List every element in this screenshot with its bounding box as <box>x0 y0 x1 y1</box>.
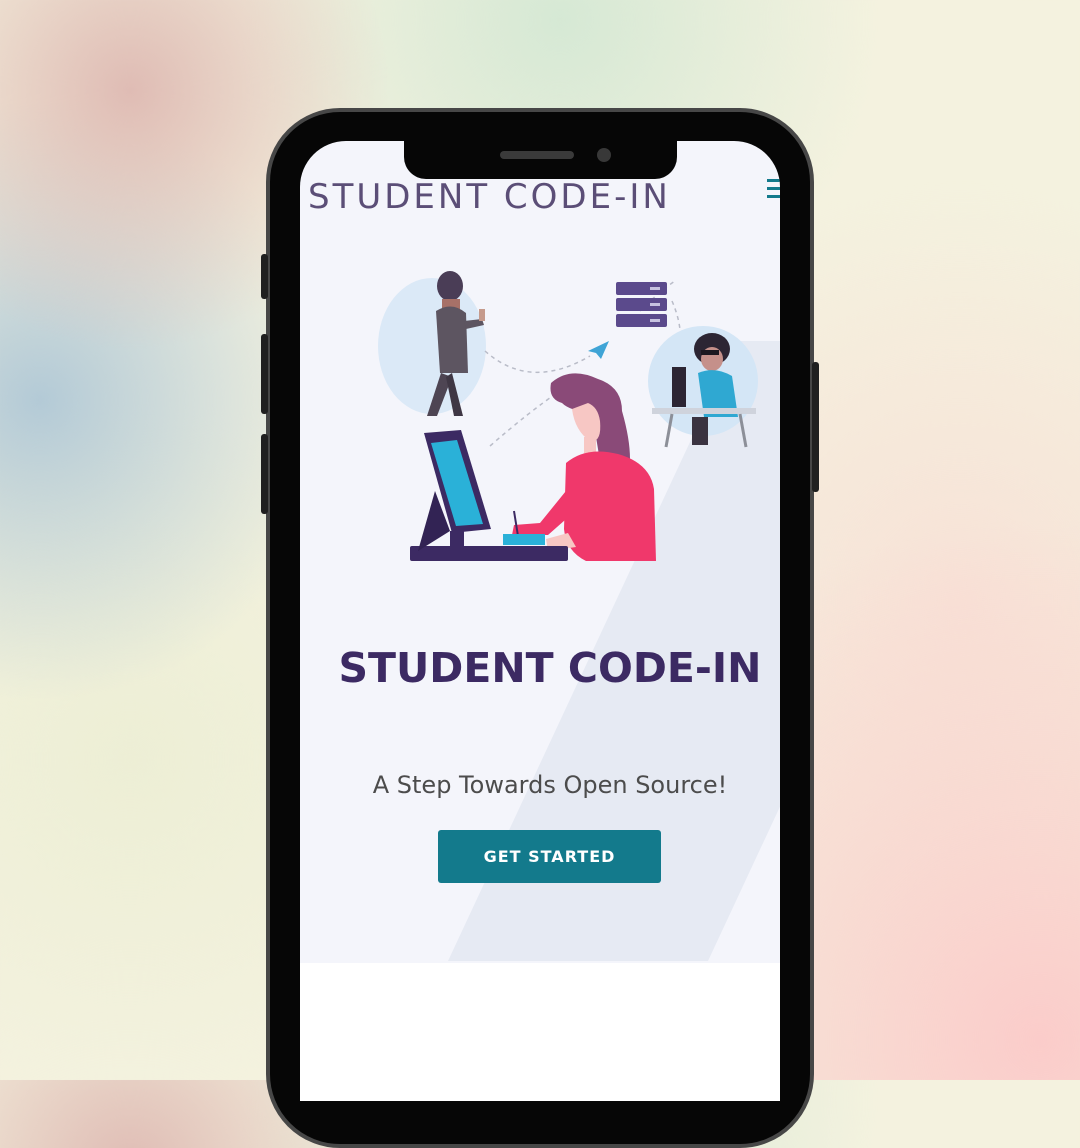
phone-volume-down <box>261 434 268 514</box>
next-section <box>300 963 780 1101</box>
hero-tagline: A Step Towards Open Source! <box>372 771 728 799</box>
phone-volume-up <box>261 334 268 414</box>
phone-power-button <box>812 362 819 492</box>
developers-illustration <box>378 271 758 561</box>
phone-notch <box>404 141 677 179</box>
front-camera <box>597 148 611 162</box>
phone-mute-switch <box>261 254 268 299</box>
phone-screen: STUDENT CODE-IN STUDENT CODE-IN A Step T… <box>300 141 780 1101</box>
speaker-grille <box>500 151 574 159</box>
hero-title: STUDENT CODE-IN <box>338 644 762 692</box>
get-started-button[interactable]: GET STARTED <box>438 830 661 883</box>
